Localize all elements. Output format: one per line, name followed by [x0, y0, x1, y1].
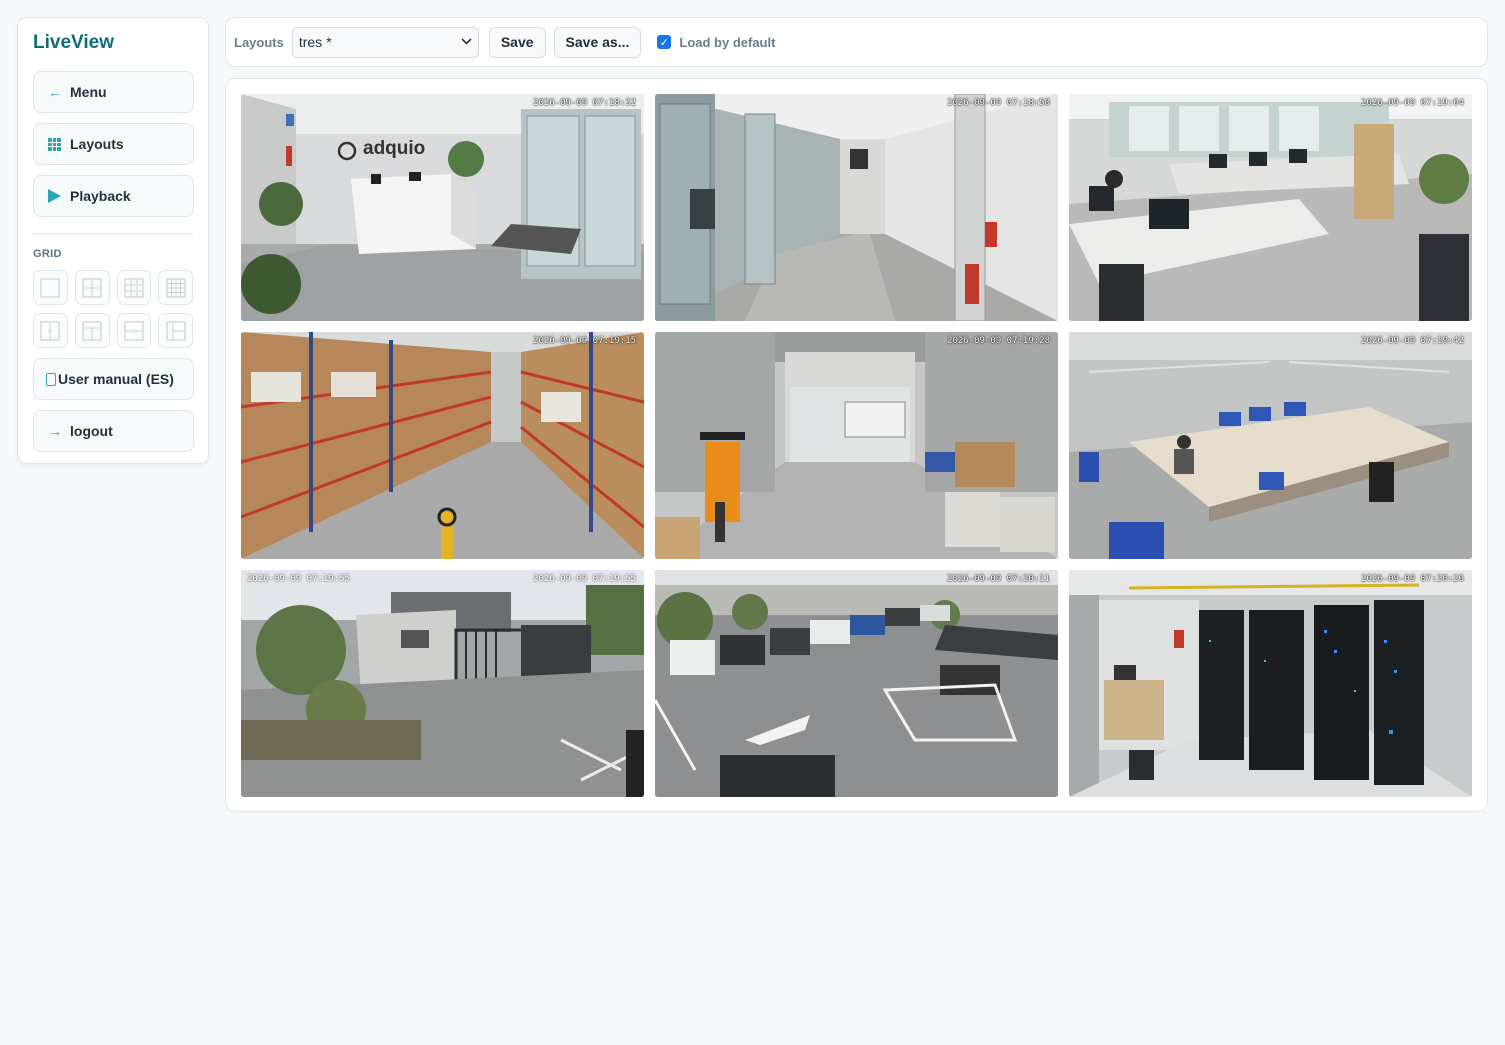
layout-select[interactable]: tres * — [291, 26, 479, 58]
playback-button[interactable]: Playback — [33, 175, 194, 217]
logout-label: logout — [70, 423, 113, 439]
layouts-label: Layouts — [70, 136, 124, 152]
grid-4x4-button[interactable] — [158, 270, 193, 305]
camera-feed — [241, 570, 644, 797]
save-as-button[interactable]: Save as... — [553, 26, 642, 58]
grid-split-top-button[interactable] — [74, 313, 110, 348]
grid-options-row-1 — [33, 270, 193, 305]
camera-timestamp: 2026-09-09 07:18:32 — [533, 98, 636, 108]
grid-2x2-button[interactable] — [74, 270, 110, 305]
save-button[interactable]: Save — [488, 26, 546, 58]
camera-feed — [655, 570, 1058, 797]
grid-heading: GRID — [33, 248, 62, 260]
grid-2x2-icon — [82, 277, 102, 298]
playback-label: Playback — [70, 188, 131, 204]
grid-split-horizontal-icon — [124, 320, 144, 341]
grid-icon — [48, 137, 61, 151]
grid-split-horizontal-button[interactable] — [116, 313, 152, 348]
menu-label: Menu — [70, 84, 107, 100]
camera-timestamp: 2026-09-09 07:19:42 — [1361, 336, 1464, 346]
layout-select-value: tres * — [298, 34, 332, 50]
camera-timestamp: 2026-09-09 07:20:11 — [947, 574, 1050, 584]
camera-feed — [1069, 332, 1472, 559]
chevron-down-icon — [461, 36, 472, 48]
user-manual-label: User manual (ES) — [58, 371, 174, 387]
grid-split-right-icon — [166, 320, 186, 341]
grid-split-vertical-button[interactable] — [33, 313, 68, 348]
layouts-select-label: Layouts — [234, 34, 284, 50]
adquio-logo: adquio — [363, 138, 425, 159]
grid-split-top-icon — [82, 320, 102, 341]
camera-timestamp: 2026-09-09 07:20:26 — [1361, 574, 1464, 584]
grid-3x3-icon — [124, 277, 144, 298]
grid-split-vertical-icon — [40, 320, 60, 341]
sidebar: LiveView ← Menu Layouts Playback GRID Us… — [17, 17, 209, 464]
camera-tile-server-room[interactable]: 2026-09-09 07:20:26 — [1069, 570, 1472, 797]
grid-split-right-button[interactable] — [158, 313, 193, 348]
camera-timestamp: 2026-09-09 07:19:55 — [247, 574, 350, 584]
grid-4x4-icon — [166, 277, 186, 298]
app-title: LiveView — [33, 32, 114, 53]
camera-feed — [655, 94, 1058, 321]
document-icon — [46, 372, 56, 386]
grid-1x1-icon — [40, 277, 60, 298]
grid-options-row-2 — [33, 313, 193, 348]
user-manual-button[interactable]: User manual (ES) — [33, 358, 194, 400]
camera-tile-workshop[interactable]: 2026-09-09 07:19:42 — [1069, 332, 1472, 559]
layout-toolbar: Layouts tres * Save Save as... ✓ Load by… — [225, 17, 1488, 67]
arrow-left-icon: ← — [48, 84, 62, 100]
load-default-toggle: ✓ Load by default — [657, 35, 775, 50]
camera-tile-entrance[interactable]: 2026-09-09 07:19:55 2026-09-09 07:19:55 — [241, 570, 644, 797]
load-default-checkbox[interactable]: ✓ — [657, 35, 672, 49]
layouts-button[interactable]: Layouts — [33, 123, 194, 165]
camera-timestamp: 2026-09-09 07:19:15 — [533, 336, 636, 346]
grid-3x3-button[interactable] — [116, 270, 152, 305]
logout-button[interactable]: → logout — [33, 410, 194, 452]
camera-feed — [241, 332, 644, 559]
camera-tile-corridor[interactable]: 2026-09-09 07:18:50 — [655, 94, 1058, 321]
camera-timestamp: 2026-09-09 07:19:28 — [947, 336, 1050, 346]
camera-feed: adquio — [241, 94, 644, 321]
camera-timestamp: 2026-09-09 07:19:04 — [1361, 98, 1464, 108]
divider — [33, 233, 193, 234]
camera-feed — [655, 332, 1058, 559]
camera-tile-reception[interactable]: adquio 2026-09-09 07:18:32 — [241, 94, 644, 321]
camera-tile-parking[interactable]: 2026-09-09 07:20:11 — [655, 570, 1058, 797]
camera-grid: adquio 2026-09-09 07:18:32 2026-09-09 07… — [241, 94, 1472, 797]
camera-feed — [1069, 94, 1472, 321]
camera-feed — [1069, 570, 1472, 797]
play-icon — [48, 189, 61, 203]
camera-tile-warehouse[interactable]: 2026-09-09 07:19:15 — [241, 332, 644, 559]
camera-timestamp-secondary: 2026-09-09 07:19:55 — [533, 574, 636, 584]
arrow-right-icon: → — [48, 423, 62, 439]
grid-1x1-button[interactable] — [33, 270, 68, 305]
camera-tile-office[interactable]: 2026-09-09 07:19:04 — [1069, 94, 1472, 321]
camera-timestamp: 2026-09-09 07:18:50 — [947, 98, 1050, 108]
camera-tile-loading-dock[interactable]: 2026-09-09 07:19:28 — [655, 332, 1058, 559]
camera-panel: adquio 2026-09-09 07:18:32 2026-09-09 07… — [225, 78, 1488, 812]
menu-button[interactable]: ← Menu — [33, 71, 194, 113]
load-default-label: Load by default — [679, 34, 776, 50]
